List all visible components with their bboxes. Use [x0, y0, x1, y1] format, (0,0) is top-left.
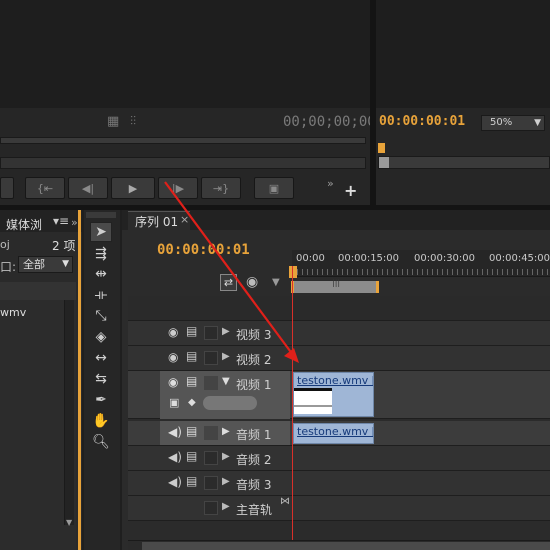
annotation-arrow: [164, 181, 299, 363]
